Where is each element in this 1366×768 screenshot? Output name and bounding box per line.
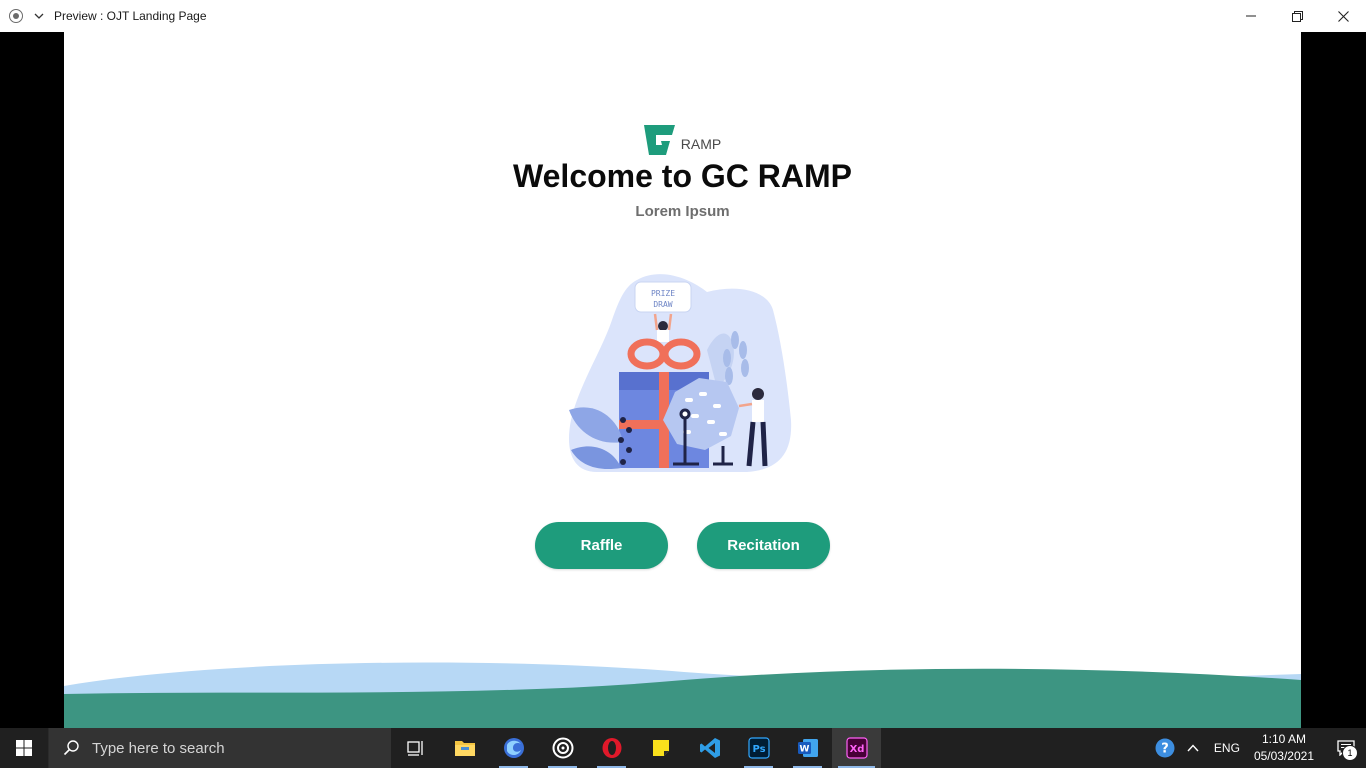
restore-button[interactable] [1274, 0, 1320, 32]
prize-draw-illustration: PRIZE DRAW [568, 274, 792, 472]
show-hidden-icons-button[interactable] [1180, 728, 1206, 768]
taskbar: Type here to search Ps W Xd ? ENG 1:10 A… [0, 728, 1366, 768]
recitation-button[interactable]: Recitation [697, 522, 830, 569]
prize-badge-line2: DRAW [653, 300, 672, 309]
chevron-up-icon [1187, 744, 1199, 752]
notification-count-badge: 1 [1342, 745, 1358, 761]
app-record-icon[interactable] [9, 9, 23, 23]
search-placeholder: Type here to search [92, 739, 225, 757]
photoshop-button[interactable]: Ps [734, 728, 783, 768]
vscode-button[interactable] [685, 728, 734, 768]
svg-text:?: ? [1161, 742, 1169, 757]
clock-date: 05/03/2021 [1253, 749, 1314, 763]
word-icon-label: W [799, 745, 809, 755]
obs-button[interactable] [538, 728, 587, 768]
word-icon: W [797, 739, 818, 757]
firefox-button[interactable] [489, 728, 538, 768]
search-icon [63, 740, 79, 756]
help-tray-button[interactable]: ? [1150, 728, 1180, 768]
opera-icon [602, 738, 621, 758]
window-titlebar: Preview : OJT Landing Page [0, 0, 1366, 32]
vscode-icon [699, 738, 720, 758]
opera-button[interactable] [587, 728, 636, 768]
folder-icon [454, 741, 475, 756]
photoshop-icon-label: Ps [752, 744, 765, 755]
adobe-xd-icon-label: Xd [849, 744, 864, 755]
system-tray: ? ENG 1:10 AM 05/03/2021 1 [1150, 728, 1366, 768]
firefox-icon [503, 738, 524, 758]
window-title: Preview : OJT Landing Page [54, 9, 207, 23]
windows-logo-icon [16, 740, 32, 756]
clock-time: 1:10 AM [1261, 732, 1306, 746]
prize-badge-line1: PRIZE [651, 289, 675, 298]
ramp-logo-icon [643, 125, 675, 155]
minimize-button[interactable] [1228, 0, 1274, 32]
task-view-button[interactable] [391, 728, 440, 768]
chevron-down-icon[interactable] [32, 9, 46, 23]
taskbar-search[interactable]: Type here to search [48, 728, 391, 768]
window-controls [1228, 0, 1366, 32]
page-subtitle: Lorem Ipsum [635, 203, 730, 220]
logo-text: RAMP [680, 136, 722, 152]
landing-page-artboard: RAMP Welcome to GC RAMP Lorem Ipsum PRIZ… [64, 32, 1301, 728]
word-button[interactable]: W [783, 728, 832, 768]
input-language[interactable]: ENG [1214, 741, 1240, 755]
footer-waves [64, 662, 1301, 728]
sticky-notes-icon [652, 740, 669, 756]
adobe-xd-icon: Xd [845, 737, 868, 759]
close-button[interactable] [1320, 0, 1366, 32]
photoshop-icon: Ps [747, 737, 770, 759]
start-button[interactable] [0, 728, 48, 768]
page-title: Welcome to GC RAMP [513, 158, 852, 194]
task-view-icon [406, 741, 423, 756]
logo: RAMP [64, 125, 1301, 155]
sticky-notes-button[interactable] [636, 728, 685, 768]
action-center-button[interactable]: 1 [1326, 728, 1366, 768]
obs-icon [552, 737, 573, 759]
taskbar-clock[interactable]: 1:10 AM 05/03/2021 [1254, 731, 1314, 765]
raffle-button[interactable]: Raffle [535, 522, 668, 569]
file-explorer-button[interactable] [440, 728, 489, 768]
adobe-xd-button[interactable]: Xd [832, 728, 881, 768]
help-icon: ? [1155, 738, 1175, 758]
